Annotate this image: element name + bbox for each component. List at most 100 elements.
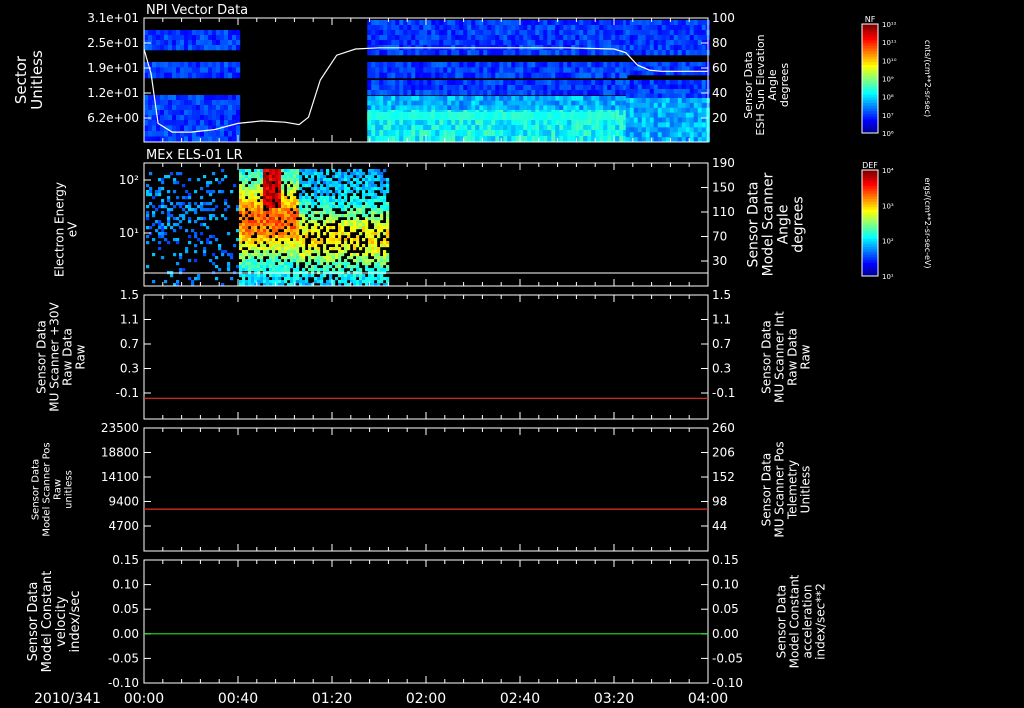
heatmap-cell — [451, 100, 456, 106]
heatmap-cell — [344, 199, 348, 203]
heatmap-cell — [391, 130, 396, 137]
heatmap-cell — [633, 132, 638, 138]
heatmap-cell — [148, 35, 153, 41]
heatmap-cell — [284, 244, 288, 248]
heatmap-cell — [555, 35, 560, 41]
heatmap-cell — [192, 100, 197, 106]
heatmap-cell — [543, 90, 548, 96]
heatmap-cell — [395, 40, 400, 46]
heatmap-cell — [215, 256, 219, 260]
heatmap-cell — [308, 208, 312, 212]
heatmap-cell — [689, 30, 694, 36]
heatmap-cell — [269, 214, 273, 218]
heatmap-cell — [242, 259, 246, 263]
heatmap-cell — [697, 112, 702, 118]
heatmap-cell — [168, 67, 173, 73]
heatmap-cell — [641, 122, 646, 128]
heatmap-cell — [435, 105, 440, 111]
heatmap-cell — [212, 199, 216, 203]
heatmap-cell — [386, 241, 390, 245]
heatmap-cell — [365, 223, 369, 227]
heatmap-cell — [287, 217, 291, 221]
heatmap-cell — [701, 127, 706, 133]
heatmap-cell — [657, 50, 662, 56]
heatmap-cell — [362, 211, 366, 215]
heatmap-cell — [595, 72, 600, 79]
heatmap-cell — [563, 80, 568, 86]
heatmap-cell — [257, 205, 261, 209]
heatmap-cell — [633, 50, 638, 56]
heatmap-cell — [272, 208, 276, 212]
y-tick-label: 10² — [119, 173, 139, 187]
heatmap-cell — [507, 30, 512, 36]
heatmap-cell — [188, 217, 192, 221]
heatmap-cell — [278, 208, 282, 212]
heatmap-cell — [391, 96, 396, 101]
heatmap-cell — [380, 241, 384, 245]
heatmap-cell — [164, 226, 168, 230]
heatmap-cell — [308, 274, 312, 278]
heatmap-cell — [326, 211, 330, 215]
heatmap-cell — [567, 35, 572, 41]
heatmap-cell — [507, 100, 512, 106]
heatmap-cell — [341, 277, 345, 281]
heatmap-cell — [216, 115, 221, 121]
heatmap-cell — [152, 72, 157, 79]
heatmap-cell — [184, 136, 189, 143]
heatmap-cell — [681, 132, 686, 138]
heatmap-cell — [503, 67, 508, 73]
heatmap-cell — [239, 244, 243, 248]
heatmap-cell — [511, 100, 516, 106]
heatmap-cell — [272, 175, 276, 179]
heatmap-cell — [317, 187, 321, 191]
heatmap-cell — [296, 181, 300, 185]
colorbar-tick-label: 10¹ — [882, 273, 894, 281]
heatmap-cell — [625, 20, 630, 26]
heatmap-cell — [173, 181, 177, 185]
heatmap-cell — [415, 50, 420, 56]
heatmap-cell — [531, 80, 536, 86]
heatmap-cell — [221, 253, 225, 257]
heatmap-cell — [296, 202, 300, 206]
heatmap-cell — [239, 226, 243, 230]
heatmap-cell — [543, 130, 548, 137]
heatmap-cell — [317, 280, 321, 284]
heatmap-cell — [641, 30, 646, 36]
heatmap-cell — [326, 199, 330, 203]
y2-axis-label: Raw Data — [786, 328, 800, 386]
heatmap-cell — [587, 100, 592, 106]
heatmap-cell — [475, 30, 480, 36]
heatmap-cell — [317, 196, 321, 200]
heatmap-cell — [455, 62, 460, 68]
heatmap-cell — [641, 127, 646, 133]
heatmap-cell — [320, 262, 324, 266]
heatmap-cell — [362, 223, 366, 227]
heatmap-cell — [176, 136, 181, 143]
heatmap-cell — [168, 95, 173, 101]
heatmap-cell — [380, 229, 384, 233]
heatmap-cell — [236, 40, 241, 46]
heatmap-cell — [266, 277, 270, 281]
heatmap-cell — [254, 187, 258, 191]
heatmap-cell — [459, 90, 464, 96]
heatmap-cell — [359, 277, 363, 281]
heatmap-cell — [375, 80, 380, 86]
heatmap-cell — [555, 25, 560, 31]
heatmap-cell — [260, 262, 264, 266]
heatmap-cell — [607, 120, 612, 126]
heatmap-cell — [248, 172, 252, 176]
heatmap-cell — [591, 90, 596, 96]
heatmap-cell — [579, 120, 584, 126]
heatmap-cell — [685, 117, 690, 123]
heatmap-cell — [495, 72, 500, 79]
heatmap-cell — [689, 122, 694, 128]
heatmap-cell — [326, 253, 330, 257]
y2-tick-label: 1.1 — [712, 313, 731, 327]
heatmap-cell — [371, 112, 377, 120]
heatmap-cell — [701, 93, 706, 99]
heatmap-cell — [305, 205, 309, 209]
heatmap-cell — [507, 130, 512, 137]
heatmap-cell — [595, 136, 600, 143]
heatmap-cell — [547, 136, 552, 143]
heatmap-cell — [653, 112, 658, 118]
